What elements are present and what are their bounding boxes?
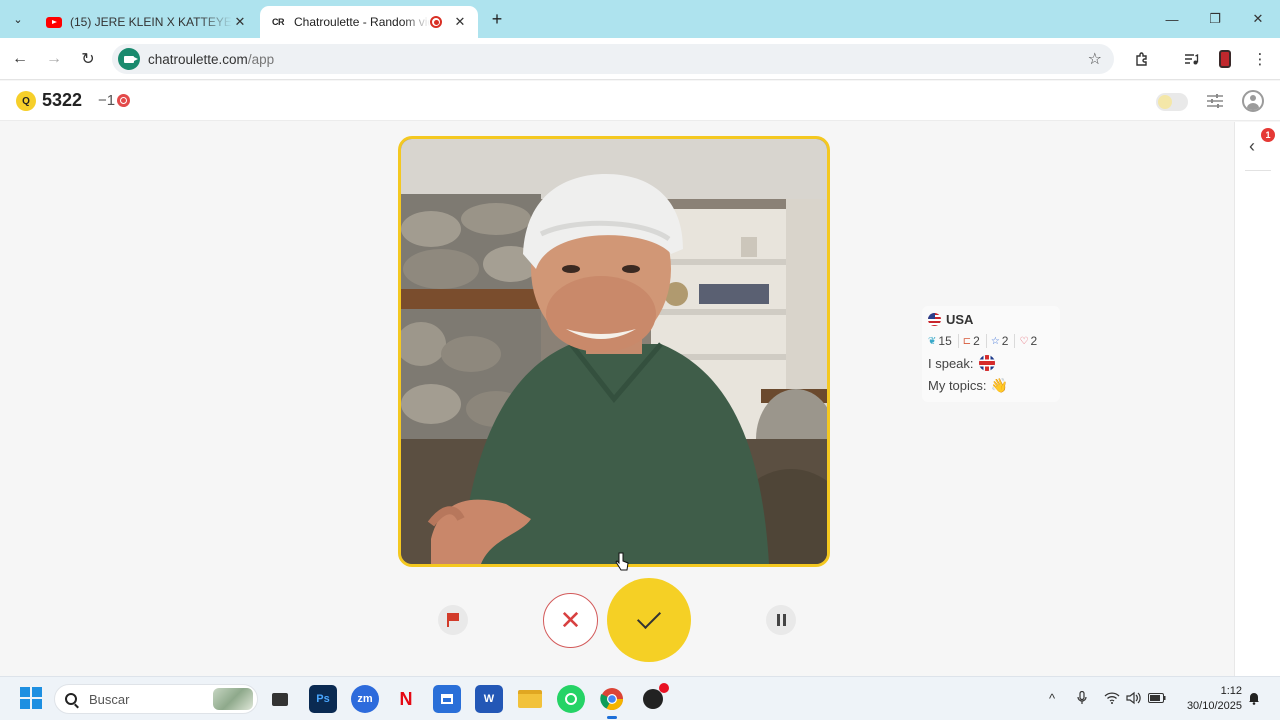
usa-flag-icon: [928, 312, 941, 326]
mode-toggle[interactable]: [1156, 93, 1188, 111]
tab-title: (15) JERE KLEIN X KATTEYES - Ti: [70, 15, 232, 29]
new-tab-button[interactable]: +: [486, 8, 508, 30]
penalty-badge-icon: [117, 94, 131, 107]
forward-icon[interactable]: →: [42, 47, 66, 71]
system-clock[interactable]: 1:12 30/10/2025: [1178, 684, 1242, 714]
windows-start-icon[interactable]: [20, 687, 42, 709]
window-close-icon[interactable]: ✕: [1247, 8, 1269, 30]
restore-icon[interactable]: ❐: [1204, 8, 1226, 30]
partner-video: [398, 136, 830, 567]
tag-icon: ⊏: [962, 335, 972, 347]
coin-icon: Q: [16, 91, 36, 111]
url-text: chatroulette.com/app: [148, 51, 275, 67]
profile-avatar-icon[interactable]: [1213, 47, 1237, 71]
divider: [1245, 170, 1271, 171]
battery-icon[interactable]: [1148, 689, 1166, 707]
browser-toolbar: ← → ↻ chatroulette.com/app ☆ ⋮: [0, 38, 1280, 80]
netflix-app-icon[interactable]: N: [392, 685, 420, 713]
tab-title: Chatroulette - Random vide: [294, 15, 430, 29]
browser-tab-strip: ⌄ (15) JERE KLEIN X KATTEYES - Ti ✕ CR C…: [0, 0, 1280, 38]
zoom-app-icon[interactable]: zm: [351, 685, 379, 713]
taskbar-search-input[interactable]: Buscar: [54, 684, 258, 714]
uk-flag-icon: [978, 355, 995, 371]
topics-label: My topics:: [928, 377, 987, 393]
tab-search-chevron-icon[interactable]: ⌄: [7, 8, 29, 30]
file-manager-app-icon[interactable]: [266, 685, 294, 713]
more-menu-icon[interactable]: ⋮: [1248, 47, 1272, 71]
minimize-icon[interactable]: —: [1161, 8, 1183, 30]
accept-button[interactable]: [607, 578, 691, 662]
stat-stars: ☆ 2: [985, 334, 1008, 348]
check-icon: [636, 604, 662, 630]
partner-stats: ❦ 15 ⊏ 2 ☆ 2 ♡ 2: [928, 333, 1054, 349]
reload-icon[interactable]: ↻: [76, 47, 100, 71]
flag-icon: [447, 613, 459, 627]
partner-topics: My topics: 👋: [928, 377, 1054, 393]
star-icon: ☆: [990, 335, 1000, 347]
address-bar[interactable]: chatroulette.com/app ☆: [112, 44, 1114, 74]
photoshop-app-icon[interactable]: Ps: [309, 685, 337, 713]
partner-video-image: [401, 139, 827, 564]
store-app-icon[interactable]: [433, 685, 461, 713]
pause-bar-icon: [782, 614, 786, 626]
stat-stickers: ❦ 15: [928, 334, 952, 348]
stat-tags: ⊏ 2: [957, 334, 980, 348]
chat-side-panel: ‹ 1: [1234, 122, 1280, 676]
skip-button[interactable]: ✕: [543, 593, 598, 648]
coin-balance: 5322: [42, 90, 83, 110]
search-placeholder: Buscar: [89, 691, 130, 707]
partner-country: USA: [928, 310, 1054, 328]
media-control-icon[interactable]: [1179, 47, 1203, 71]
bookmark-star-icon[interactable]: ☆: [1088, 49, 1102, 69]
expand-chat-chevron-icon[interactable]: ‹: [1249, 136, 1255, 157]
file-explorer-app-icon[interactable]: [516, 685, 544, 713]
country-name: USA: [946, 311, 974, 327]
back-icon[interactable]: ←: [8, 47, 32, 71]
tab-youtube[interactable]: (15) JERE KLEIN X KATTEYES - Ti ✕: [36, 6, 258, 38]
os-taskbar: Buscar Ps zm N W ^ 1:12 30/10/2025: [0, 676, 1280, 720]
pause-bar-icon: [776, 614, 780, 626]
penalty-value: −1: [98, 92, 116, 109]
close-icon: ✕: [559, 605, 582, 635]
waving-hand-icon: 👋: [990, 376, 1008, 393]
tab-chatroulette[interactable]: CR Chatroulette - Random vide ✕: [260, 6, 478, 38]
chrome-app-icon[interactable]: [598, 685, 626, 719]
extensions-icon[interactable]: [1130, 47, 1154, 71]
whatsapp-app-icon[interactable]: [557, 685, 585, 713]
show-hidden-icons-chevron-icon[interactable]: ^: [1043, 689, 1061, 707]
heart-icon: ♡: [1019, 335, 1029, 347]
report-button[interactable]: [438, 605, 468, 635]
partner-languages: I speak:: [928, 355, 1054, 371]
speaks-label: I speak:: [928, 355, 974, 371]
app-header: Q 5322 −1: [0, 81, 1280, 121]
notification-badge: 1: [1261, 128, 1275, 142]
wifi-icon[interactable]: [1103, 689, 1121, 707]
chatroulette-icon: CR: [272, 17, 285, 27]
sticker-icon: ❦: [928, 335, 937, 347]
search-icon: [65, 693, 77, 705]
mouse-pointer-hand-icon: [615, 552, 629, 571]
recording-icon: [430, 16, 442, 28]
notifications-bell-icon[interactable]: [1245, 689, 1263, 707]
close-icon[interactable]: ✕: [452, 14, 468, 30]
site-info-icon[interactable]: [118, 48, 140, 70]
stat-hearts: ♡ 2: [1014, 334, 1037, 348]
search-highlight-image: [213, 688, 253, 710]
word-app-icon[interactable]: W: [475, 685, 503, 713]
microphone-icon[interactable]: [1073, 689, 1091, 707]
pause-button[interactable]: [766, 605, 796, 635]
penalty-indicator[interactable]: −1: [98, 92, 131, 109]
clock-date: 30/10/2025: [1186, 700, 1242, 712]
partner-profile-card: USA ❦ 15 ⊏ 2 ☆ 2 ♡ 2 I speak: My topics: 👋: [922, 306, 1060, 402]
user-account-icon[interactable]: [1241, 89, 1265, 113]
clock-time: 1:12: [1220, 685, 1242, 697]
filters-sliders-icon[interactable]: [1203, 89, 1227, 113]
volume-icon[interactable]: [1125, 689, 1143, 707]
other-app-icon[interactable]: [639, 683, 669, 713]
close-icon[interactable]: ✕: [232, 14, 248, 30]
youtube-icon: [46, 14, 62, 30]
